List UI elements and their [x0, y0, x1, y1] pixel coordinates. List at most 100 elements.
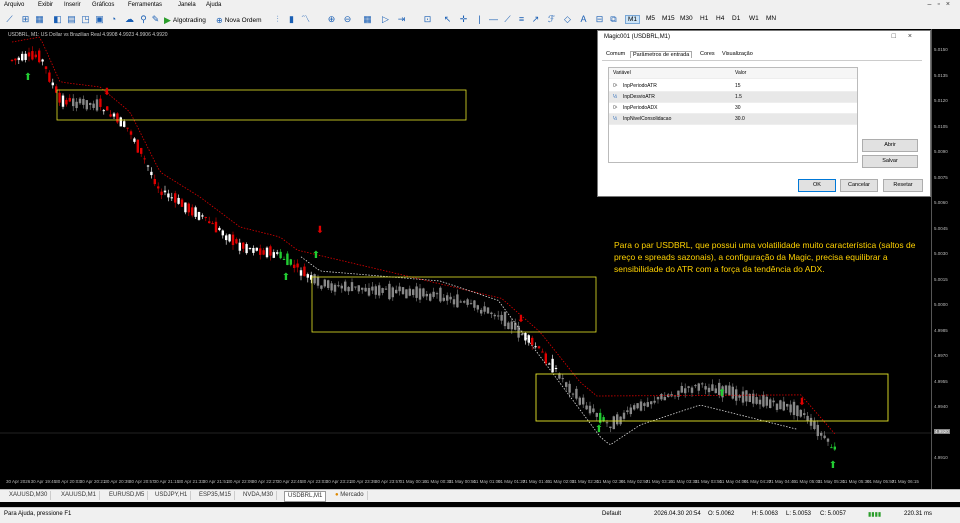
algotrading-button[interactable]: ▶ Algotrading — [164, 14, 206, 26]
cursor-icon[interactable]: ↖ — [442, 14, 453, 25]
tab-mercado[interactable]: ● Mercado — [332, 491, 368, 500]
profiles-icon[interactable]: ▦ — [34, 14, 45, 25]
candle-body — [544, 353, 547, 364]
menu-janela[interactable]: Janela — [178, 2, 196, 8]
new-chart-icon[interactable]: ⊞ — [20, 14, 31, 25]
tab-parametros[interactable]: Parâmetros de entrada — [630, 51, 693, 58]
chart-type-icon[interactable]: ⟋ — [4, 14, 15, 25]
ok-button[interactable]: OK — [798, 179, 836, 192]
time-label: 30 Apr 22:09 — [227, 479, 253, 484]
zoom-in-icon[interactable]: ⊕ — [326, 14, 337, 25]
param-row[interactable]: 0¹ InpPeriodoATR 15 — [609, 81, 857, 92]
open-button[interactable]: Abrir — [862, 139, 918, 152]
dialog-controls[interactable]: □× — [892, 33, 924, 40]
candle-chart-icon[interactable]: ▮ — [286, 14, 297, 25]
tab-usdjpy-h1[interactable]: USDJPY,H1 — [152, 491, 192, 500]
tf-h1[interactable]: H1 — [698, 15, 710, 22]
tab-eurusd-m5[interactable]: EURUSD,M5 — [106, 491, 149, 500]
arrow-icon[interactable]: ↗ — [530, 14, 541, 25]
candle-body — [384, 288, 388, 290]
crosshair-icon[interactable]: ✛ — [458, 14, 469, 25]
tab-xauusd-m1[interactable]: XAUUSD,M1 — [58, 491, 101, 500]
tf-mn[interactable]: MN — [764, 15, 778, 22]
tab-nvda-m30[interactable]: NVDA,M30 — [240, 491, 278, 500]
tf-h4[interactable]: H4 — [714, 15, 726, 22]
new-order-button[interactable]: ⊕ Nova Ordem — [216, 14, 262, 26]
menu-exibir[interactable]: Exibir — [38, 2, 53, 8]
dom-icon[interactable]: ▤ — [66, 14, 77, 25]
zoom-out-icon[interactable]: ⊖ — [342, 14, 353, 25]
grid-icon[interactable]: ▦ — [362, 14, 373, 25]
tab-visualizacao[interactable]: Visualização — [720, 51, 755, 57]
candle-body — [191, 207, 194, 216]
chart-tabs: XAUUSD,M30 XAUUSD,M1 EURUSD,M5 USDJPY,H1… — [0, 489, 960, 502]
text-icon[interactable]: A — [578, 14, 589, 25]
bar-chart-icon[interactable]: ⫶ — [272, 14, 283, 25]
price-label: 4.9910 — [934, 455, 948, 460]
candle-body — [405, 289, 408, 299]
menu-ajuda[interactable]: Ajuda — [206, 2, 221, 8]
vertical-line-icon[interactable]: | — [474, 14, 485, 25]
vps-icon[interactable]: ☁ — [124, 14, 135, 25]
candle-body — [585, 405, 588, 410]
tab-esp35-m15[interactable]: ESP35,M15 — [196, 491, 236, 500]
market-watch-icon[interactable]: ◧ — [52, 14, 63, 25]
candle-body — [282, 258, 286, 260]
time-label: 30 Apr 19:45 — [30, 479, 57, 484]
candle-body — [612, 416, 615, 430]
channel-icon[interactable]: ≡ — [516, 14, 527, 25]
window-controls[interactable]: –▫× — [928, 1, 956, 8]
save-button[interactable]: Salvar — [862, 155, 918, 168]
candle-body — [463, 301, 466, 303]
navigator-icon[interactable]: ◳ — [80, 14, 91, 25]
chart-shift-icon[interactable]: ⇥ — [396, 14, 407, 25]
candle-body — [452, 299, 456, 305]
fibonacci-icon[interactable]: ℱ — [546, 14, 557, 25]
menu-graficos[interactable]: Gráficos — [92, 2, 114, 8]
indicators-icon[interactable]: ⊡ — [422, 14, 433, 25]
candle-body — [446, 295, 449, 301]
tf-d1[interactable]: D1 — [730, 15, 742, 22]
menu-inserir[interactable]: Inserir — [64, 2, 81, 8]
param-value[interactable]: 30.0 — [735, 116, 745, 122]
tf-m15[interactable]: M15 — [660, 15, 677, 22]
param-row[interactable]: ½ InpNivelConsolidacao 30.0 — [609, 114, 857, 125]
search-icon[interactable]: ⚲ — [138, 14, 149, 25]
candle-body — [398, 286, 401, 292]
shapes-icon[interactable]: ◇ — [562, 14, 573, 25]
menu-arquivo[interactable]: Arquivo — [4, 2, 24, 8]
reset-button[interactable]: Resetar — [883, 179, 923, 192]
time-label: 01 May 05:39 — [842, 479, 870, 484]
param-value[interactable]: 15 — [735, 83, 741, 89]
autoscroll-icon[interactable]: ▷ — [380, 14, 391, 25]
horizontal-line-icon[interactable]: — — [488, 14, 499, 25]
tf-m1[interactable]: M1 — [625, 15, 641, 24]
param-row[interactable]: ½ InpDesvioATR 1.5 — [609, 92, 857, 103]
metaeditor-icon[interactable]: ✎ — [150, 14, 161, 25]
param-value[interactable]: 30 — [735, 105, 741, 111]
connection-icon[interactable]: ▮▮▮▮ — [868, 511, 881, 518]
price-axis[interactable]: 5.0150 5.0135 5.0120 5.0105 5.0090 5.0075 5.00… — [931, 29, 960, 489]
candle-body — [174, 193, 177, 203]
tab-usdbrl-m1[interactable]: USDBRL,M1 — [284, 491, 327, 502]
tf-w1[interactable]: W1 — [747, 15, 761, 22]
terminal-icon[interactable]: ▣ — [94, 14, 105, 25]
cancel-button[interactable]: Cancelar — [840, 179, 878, 192]
time-label: 01 May 00:15 — [399, 479, 427, 484]
menu-ferramentas[interactable]: Ferramentas — [128, 2, 162, 8]
trendline-icon[interactable]: ⟋ — [502, 14, 513, 25]
tf-m30[interactable]: M30 — [678, 15, 695, 22]
candle-body — [762, 395, 765, 407]
param-row[interactable]: 0¹ InpPeriodoADX 30 — [609, 103, 857, 114]
tab-xauusd-m30[interactable]: XAUUSD,M30 — [6, 491, 52, 500]
tester-icon[interactable]: ◔ — [108, 14, 119, 25]
param-value[interactable]: 1.5 — [735, 94, 742, 100]
line-chart-icon[interactable]: 〽 — [300, 14, 311, 25]
template-icon[interactable]: ⧉ — [608, 14, 619, 25]
tf-m5[interactable]: M5 — [644, 15, 657, 22]
tab-comum[interactable]: Comum — [604, 51, 627, 57]
candle-body — [364, 287, 367, 292]
objects-icon[interactable]: ⊟ — [594, 14, 605, 25]
tab-cores[interactable]: Cores — [698, 51, 717, 57]
time-label: 01 May 04:45 — [768, 479, 796, 484]
